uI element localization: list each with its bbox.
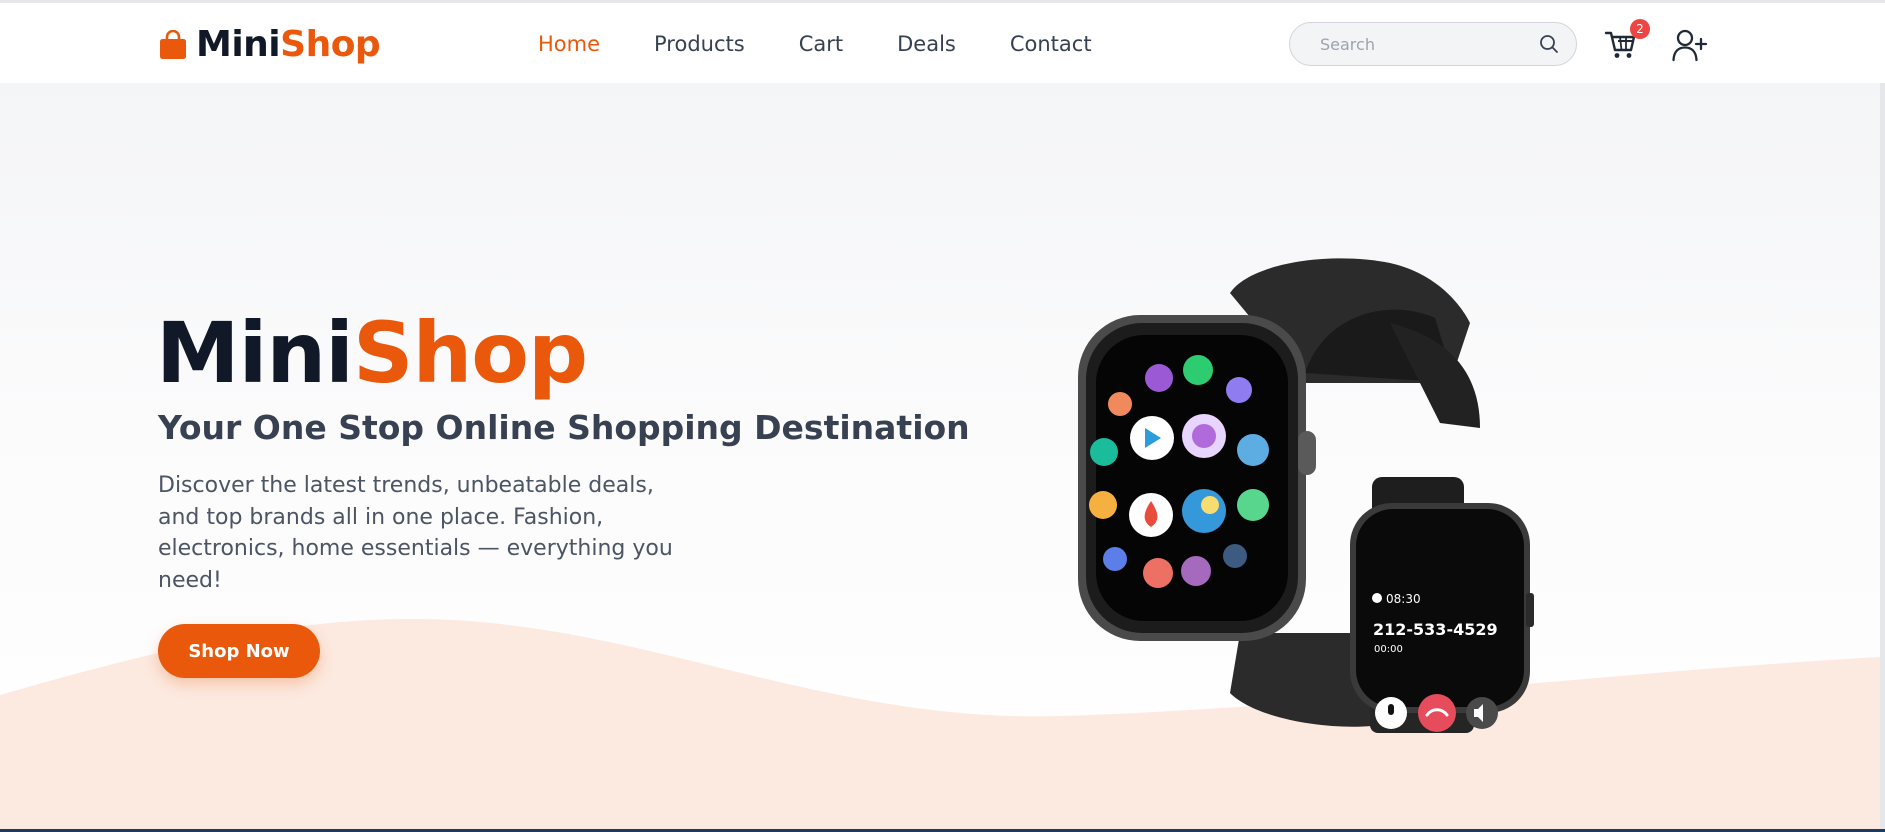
brand-logo[interactable]: MiniShop: [158, 23, 381, 67]
nav-link-deals[interactable]: Deals: [897, 29, 956, 59]
search-icon[interactable]: [1538, 33, 1560, 55]
hero-section: MiniShop Your One Stop Online Shopping D…: [0, 83, 1880, 829]
shop-now-button[interactable]: Shop Now: [158, 624, 320, 678]
smartwatch-product-image: 08:30 212-533-4529 00:00: [1078, 258, 1534, 733]
page-right-edge: [1880, 83, 1885, 829]
nav-link-products[interactable]: Products: [654, 29, 745, 59]
hero-subtitle: Your One Stop Online Shopping Destinatio…: [158, 408, 970, 447]
brand-name-part1: Mini: [196, 24, 281, 65]
hero-title-part2: Shop: [352, 304, 588, 402]
hero-title-part1: Mini: [156, 304, 354, 402]
hero-title: MiniShop: [156, 311, 588, 395]
account-button[interactable]: [1671, 27, 1709, 63]
watch-time: 08:30: [1386, 592, 1421, 606]
watch-call-duration: 00:00: [1374, 644, 1403, 655]
nav-link-home[interactable]: Home: [538, 29, 600, 59]
nav-link-contact[interactable]: Contact: [1010, 29, 1092, 59]
navbar: MiniShop Home Products Cart Deals Contac…: [0, 3, 1885, 83]
main-nav: Home Products Cart Deals Contact: [538, 29, 1146, 59]
watch-phone-number: 212-533-4529: [1373, 620, 1498, 639]
search-bar: [1289, 22, 1577, 66]
cart-count-badge: 2: [1630, 19, 1650, 39]
shopping-bag-icon: [160, 30, 186, 59]
search-input[interactable]: [1320, 29, 1538, 59]
brand-name-part2: Shop: [280, 24, 381, 65]
hero-description: Discover the latest trends, unbeatable d…: [158, 473, 673, 593]
add-user-icon: [1672, 29, 1708, 62]
brand-name: MiniShop: [196, 24, 381, 65]
cart-button[interactable]: 2: [1604, 19, 1650, 63]
nav-link-cart[interactable]: Cart: [799, 29, 843, 59]
